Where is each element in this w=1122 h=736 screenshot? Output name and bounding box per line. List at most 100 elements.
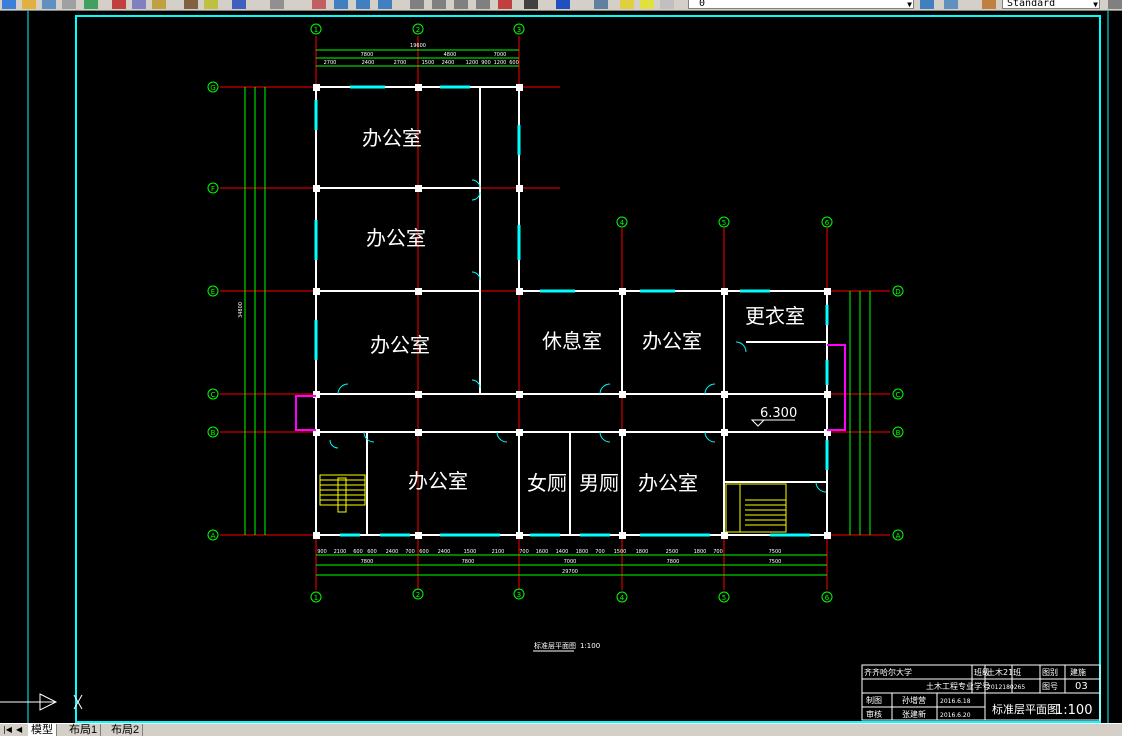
text-style-dropdown[interactable]: Standard ▼ — [1002, 0, 1100, 9]
grid-col-label: 1 — [314, 594, 318, 602]
save-icon[interactable] — [42, 0, 56, 9]
cut-icon[interactable] — [112, 0, 126, 9]
dim-bottom-sub: 700 — [405, 549, 415, 555]
floor-plan-drawing: 1 2 3 4 5 6 1 2 3 4 5 6 G F E C B A D C … — [0, 11, 1109, 723]
print-icon[interactable] — [62, 0, 76, 9]
drawing-frame — [75, 15, 1101, 723]
tb-scale: 1:100 — [1055, 703, 1092, 718]
layer-manager-icon[interactable] — [594, 0, 608, 9]
tb-review-date: 2016.6.20 — [940, 712, 971, 719]
dim-top-sub: 2700 — [394, 60, 407, 66]
layer-on-icon[interactable] — [620, 0, 634, 9]
layout-tabs-bar: |◀ ◀ 模型 布局1 布局2 — [0, 723, 1122, 736]
dim-bottom: 7800 — [361, 559, 374, 565]
room-label: 办公室 — [642, 329, 702, 353]
room-label: 办公室 — [408, 469, 468, 493]
grid-col-label: 4 — [620, 219, 625, 227]
dim-top-sub: 600 — [509, 60, 519, 66]
drawing-canvas[interactable]: 1 2 3 4 5 6 1 2 3 4 5 6 G F E C B A D C … — [0, 11, 1122, 723]
help-icon[interactable] — [556, 0, 570, 9]
dim-bottom-sub: 1500 — [464, 549, 477, 555]
plan-caption-scale: 1:100 — [580, 642, 600, 650]
tb-draw-date: 2016.6.18 — [940, 698, 971, 705]
dim-bottom-sub: 2500 — [666, 549, 679, 555]
design-center-icon[interactable] — [432, 0, 446, 9]
room-label: 休息室 — [542, 329, 602, 353]
tool-palettes-icon[interactable] — [454, 0, 468, 9]
grid-col-label: 1 — [314, 26, 318, 34]
block-editor-icon[interactable] — [204, 0, 218, 9]
dim-bottom-sub: 700 — [713, 549, 723, 555]
zoom-previous-icon[interactable] — [378, 0, 392, 9]
grid-row-label: B — [211, 429, 216, 437]
grid-row-label: B — [896, 429, 901, 437]
dim-total-left: 34800 — [238, 302, 244, 318]
tab-model[interactable]: 模型 — [28, 724, 57, 736]
plan-caption-text: 标准层平面图 — [534, 641, 576, 650]
layer-value: 0 — [699, 0, 706, 9]
zoom-realtime-icon[interactable] — [334, 0, 348, 9]
dim-bottom: 7800 — [462, 559, 475, 565]
copy-icon[interactable] — [132, 0, 146, 9]
plan-caption: 标准层平面图 1:100 — [533, 641, 600, 652]
grid-row-label: D — [895, 288, 900, 296]
dim-top: 7800 — [361, 52, 374, 58]
dim-top-sub: 1200 — [466, 60, 479, 66]
dim-bottom: 7800 — [667, 559, 680, 565]
open-icon[interactable] — [22, 0, 36, 9]
tb-drawing-label: 图别 — [1042, 668, 1058, 677]
layer-dropdown[interactable]: 0 ▼ — [688, 0, 914, 9]
quickcalc-icon[interactable] — [524, 0, 538, 9]
toolbar-more-icon[interactable] — [1108, 0, 1122, 9]
dim-bottom-sub: 600 — [353, 549, 363, 555]
dim-bottom: 7000 — [564, 559, 577, 565]
undo-icon[interactable] — [232, 0, 246, 9]
grid-row-label: C — [896, 391, 901, 399]
text-style-icon[interactable] — [982, 0, 996, 9]
tb-review-label: 审核 — [866, 709, 882, 719]
room-label: 更衣室 — [745, 304, 805, 328]
markup-icon[interactable] — [498, 0, 512, 9]
grid-row-label: G — [210, 84, 215, 92]
zoom-window-icon[interactable] — [356, 0, 370, 9]
dim-bottom-sub: 1800 — [636, 549, 649, 555]
new-icon[interactable] — [2, 0, 16, 9]
layer-freeze-icon[interactable] — [640, 0, 654, 9]
tb-major: 土木工程专业 — [926, 681, 974, 691]
dim-bottom-sub: 2100 — [492, 549, 505, 555]
grid-col-label: 2 — [416, 26, 420, 34]
room-label: 男厕 — [579, 471, 619, 495]
grid-row-label: E — [211, 288, 215, 296]
match-properties-icon[interactable] — [184, 0, 198, 9]
tb-draw-name: 孙增营 — [902, 695, 926, 705]
dim-bottom-sub: 1800 — [694, 549, 707, 555]
layer-previous-icon[interactable] — [920, 0, 934, 9]
tab-layout2[interactable]: 布局2 — [108, 724, 144, 736]
grid-col-label: 6 — [825, 594, 830, 602]
layer-lock-icon[interactable] — [660, 0, 674, 9]
chevron-down-icon: ▼ — [907, 0, 912, 9]
layer-states-icon[interactable] — [944, 0, 958, 9]
dim-bottom-sub: 600 — [367, 549, 377, 555]
dim-bottom: 7500 — [769, 559, 782, 565]
chevron-down-icon: ▼ — [1093, 0, 1098, 9]
redo-icon[interactable] — [270, 0, 284, 9]
dim-total-bottom: 29700 — [562, 569, 578, 575]
properties-icon[interactable] — [410, 0, 424, 9]
sheet-set-icon[interactable] — [476, 0, 490, 9]
tab-nav-prev-icon[interactable]: ◀ — [16, 725, 22, 734]
grid-row-label: F — [211, 185, 215, 193]
tb-class-value: 土木21班 — [987, 667, 1021, 677]
dim-top-sub: 900 — [481, 60, 491, 66]
tab-nav-first-icon[interactable]: |◀ — [3, 725, 12, 734]
publish-icon[interactable] — [84, 0, 98, 9]
paste-icon[interactable] — [152, 0, 166, 9]
tb-sheet-value: 03 — [1075, 681, 1088, 692]
dim-top-sub: 1200 — [494, 60, 507, 66]
tab-layout1[interactable]: 布局1 — [66, 724, 102, 736]
dim-bottom-sub: 1400 — [556, 549, 569, 555]
dim-bottom-sub: 1500 — [614, 549, 627, 555]
pan-icon[interactable] — [312, 0, 326, 9]
grid-col-label: 5 — [722, 219, 726, 227]
dim-top-sub: 2400 — [442, 60, 455, 66]
